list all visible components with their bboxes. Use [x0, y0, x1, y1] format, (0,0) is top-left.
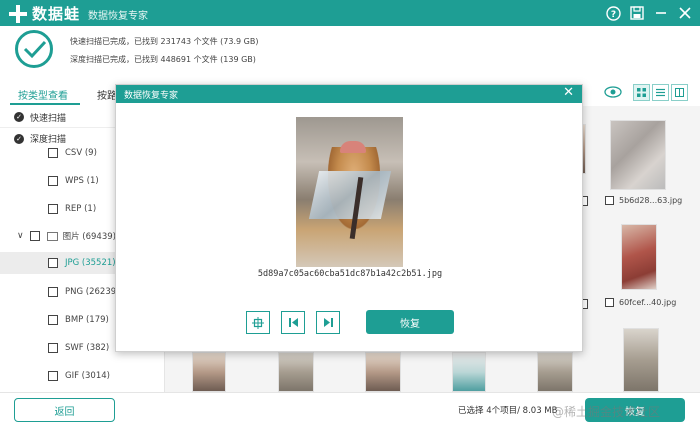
image-preview [296, 117, 403, 267]
dialog-recover-button[interactable]: 恢复 [366, 310, 454, 334]
app-logo: 数据蛙 [8, 3, 80, 24]
file-name: 5b6d28...63.jpg [619, 196, 683, 205]
file-thumbnail[interactable] [278, 352, 314, 392]
svg-text:?: ? [610, 10, 615, 20]
tab-by-type[interactable]: 按类型查看 [18, 87, 68, 102]
checkbox[interactable] [48, 148, 58, 158]
file-thumbnail[interactable] [452, 352, 486, 392]
grid-view-icon[interactable] [633, 83, 650, 101]
next-icon[interactable] [316, 311, 340, 334]
category-images[interactable]: ∨ 图片 (69439) [17, 227, 116, 245]
active-tab-indicator [10, 103, 80, 105]
file-thumbnail[interactable] [537, 352, 573, 392]
fit-screen-icon[interactable] [246, 311, 270, 334]
category-label: BMP (179) [65, 315, 109, 325]
list-view-icon[interactable] [652, 83, 669, 101]
category-csv[interactable]: CSV (9) [48, 144, 97, 162]
category-label: REP (1) [65, 204, 97, 214]
preview-file-name: 5d89a7c05ac60cba51dc87b1a42c2b51.jpg [257, 269, 443, 279]
quick-scan-status: 快速扫描已完成，已找到 231743 个文件 (73.9 GB) [70, 37, 259, 46]
back-button[interactable]: 返回 [14, 398, 115, 422]
previous-icon[interactable] [281, 311, 305, 334]
category-bmp[interactable]: BMP (179) [48, 311, 109, 329]
check-circle-icon [15, 30, 53, 68]
image-icon [46, 231, 58, 241]
tab-by-path[interactable]: 按路 [97, 87, 117, 102]
close-icon[interactable]: ✕ [563, 85, 574, 100]
category-rep[interactable]: REP (1) [48, 200, 96, 218]
save-icon[interactable] [628, 3, 646, 23]
deep-scan-status: 深度扫描已完成，已找到 448691 个文件 (139 GB) [70, 55, 256, 64]
minimize-icon[interactable] [652, 3, 670, 23]
file-thumbnail[interactable] [610, 120, 666, 190]
category-swf[interactable]: SWF (382) [48, 339, 109, 357]
file-item[interactable]: 5b6d28...63.jpg [605, 196, 682, 205]
category-label: 图片 (69439) [62, 232, 116, 242]
checkbox[interactable] [48, 315, 58, 325]
checkbox[interactable] [605, 298, 614, 307]
detail-view-icon[interactable] [671, 83, 688, 101]
logo-text: 数据蛙 [32, 5, 81, 23]
checkbox[interactable] [605, 196, 614, 205]
file-thumbnail[interactable] [365, 352, 401, 392]
category-label: SWF (382) [65, 343, 110, 353]
category-wps[interactable]: WPS (1) [48, 172, 99, 190]
eye-icon[interactable] [603, 83, 623, 101]
file-thumbnail[interactable] [621, 224, 657, 290]
app-subtitle: 数据恢复专家 [88, 11, 148, 22]
category-label: CSV (9) [65, 148, 97, 158]
checkbox[interactable] [48, 204, 58, 214]
checkbox[interactable] [48, 343, 58, 353]
dialog-header: 数据恢复专家 ✕ [116, 85, 582, 103]
file-name: 60fcef...40.jpg [619, 298, 677, 307]
sidebar-item-label: 快速扫描 [30, 113, 67, 124]
checkbox[interactable] [48, 371, 58, 381]
dialog-title: 数据恢复专家 [124, 91, 179, 101]
category-png[interactable]: PNG (26239) [48, 283, 119, 301]
help-icon[interactable]: ? [604, 3, 622, 23]
logo-plus-icon [8, 4, 28, 24]
watermark-text: @稀土掘金技术社区 [552, 405, 661, 419]
category-gif[interactable]: GIF (3014) [48, 367, 110, 385]
category-label: GIF (3014) [65, 371, 110, 381]
category-label: PNG (26239) [65, 287, 120, 297]
file-thumbnail[interactable] [192, 352, 226, 392]
check-dot-icon: ✓ [14, 133, 24, 144]
checkbox[interactable] [48, 287, 58, 297]
checkbox[interactable] [29, 231, 40, 241]
checkbox[interactable] [48, 176, 58, 186]
selection-info: 已选择 4个项目/ 8.03 MB [458, 406, 558, 416]
category-label: WPS (1) [65, 176, 99, 186]
file-item[interactable]: 60fcef...40.jpg [605, 298, 676, 307]
file-thumbnail[interactable] [623, 328, 659, 392]
close-icon[interactable] [676, 3, 694, 23]
preview-dialog: 数据恢复专家 ✕ 5d89a7c05ac60cba51dc87b1a42c2b5… [115, 84, 583, 352]
checkbox[interactable] [48, 258, 58, 268]
category-label: JPG (35521) [65, 258, 116, 268]
bottom-bar: 返回 已选择 4个项目/ 8.03 MB 恢复 @稀土掘金技术社区 [0, 392, 700, 436]
chevron-down-icon[interactable]: ∨ [17, 231, 24, 241]
scan-status: 快速扫描已完成，已找到 231743 个文件 (73.9 GB) 深度扫描已完成… [0, 26, 700, 76]
title-bar: 数据蛙 数据恢复专家 ? [0, 0, 700, 26]
check-dot-icon: ✓ [14, 112, 24, 122]
